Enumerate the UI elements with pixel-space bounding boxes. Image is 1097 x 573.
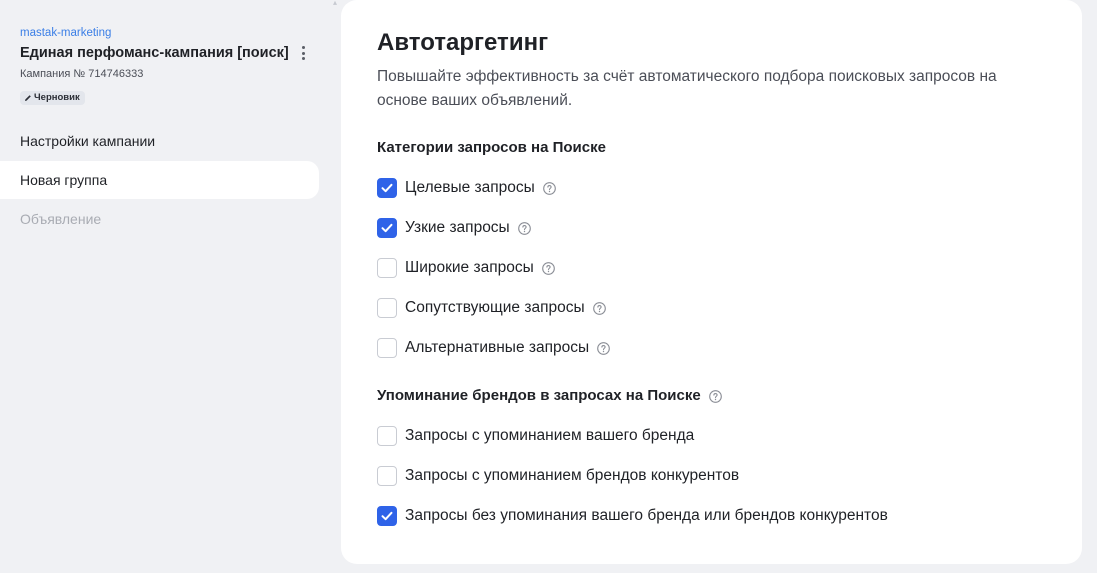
status-badge: Черновик bbox=[20, 91, 85, 105]
help-icon[interactable] bbox=[541, 261, 555, 275]
more-options-icon[interactable] bbox=[294, 44, 312, 62]
checkmark-icon bbox=[381, 183, 393, 193]
checkbox-alternative-queries[interactable]: Альтернативные запросы bbox=[377, 338, 610, 358]
checkbox-label: Широкие запросы bbox=[405, 259, 534, 276]
sidebar: mastak-marketing Единая перфоманс-кампан… bbox=[0, 0, 330, 573]
campaign-number: Кампания № 714746333 bbox=[20, 68, 144, 80]
checkbox-own-brand[interactable]: Запросы с упоминанием вашего бренда bbox=[377, 426, 694, 446]
checkbox[interactable] bbox=[377, 298, 397, 318]
categories-title-text: Категории запросов на Поиске bbox=[377, 139, 606, 156]
help-icon[interactable] bbox=[708, 389, 722, 403]
checkbox[interactable] bbox=[377, 426, 397, 446]
checkbox[interactable] bbox=[377, 258, 397, 278]
checkbox-label: Сопутствующие запросы bbox=[405, 299, 585, 316]
help-icon[interactable] bbox=[517, 221, 531, 235]
page-title: Автотаргетинг bbox=[377, 29, 549, 56]
checkbox-broad-queries[interactable]: Широкие запросы bbox=[377, 258, 555, 278]
status-label: Черновик bbox=[34, 92, 80, 103]
autotargeting-card: Автотаргетинг Повышайте эффективность за… bbox=[341, 0, 1082, 564]
checkbox-label: Запросы без упоминания вашего бренда или… bbox=[405, 507, 888, 524]
app-page: mastak-marketing Единая перфоманс-кампан… bbox=[0, 0, 1097, 573]
checkbox-label: Альтернативные запросы bbox=[405, 339, 590, 356]
nav-ad: Объявление bbox=[20, 211, 102, 227]
campaign-title: Единая перфоманс-кампания [поиск] bbox=[20, 45, 289, 61]
checkbox[interactable] bbox=[377, 338, 397, 358]
pencil-icon bbox=[25, 95, 31, 101]
checkbox-competitor-brands[interactable]: Запросы с упоминанием брендов конкуренто… bbox=[377, 466, 739, 486]
nav-campaign-settings[interactable]: Настройки кампании bbox=[0, 122, 319, 160]
checkbox[interactable] bbox=[377, 218, 397, 238]
page-description: Повышайте эффективность за счёт автомати… bbox=[377, 68, 997, 109]
nav-new-group[interactable]: Новая группа bbox=[0, 161, 319, 199]
checkbox-narrow-queries[interactable]: Узкие запросы bbox=[377, 218, 531, 238]
checkbox-no-brand[interactable]: Запросы без упоминания вашего бренда или… bbox=[377, 506, 888, 526]
help-icon[interactable] bbox=[592, 301, 606, 315]
categories-section-title: Категории запросов на Поиске bbox=[377, 138, 606, 158]
scrollbar-indicator: ▴ bbox=[333, 0, 338, 7]
brands-section-title: Упоминание брендов в запросах на Поиске bbox=[377, 386, 722, 406]
brands-title-text: Упоминание брендов в запросах на Поиске bbox=[377, 387, 701, 404]
checkbox-label: Узкие запросы bbox=[405, 219, 510, 236]
account-name[interactable]: mastak-marketing bbox=[20, 26, 111, 40]
checkmark-icon bbox=[381, 511, 393, 521]
checkbox-related-queries[interactable]: Сопутствующие запросы bbox=[377, 298, 606, 318]
help-icon[interactable] bbox=[542, 181, 556, 195]
checkbox[interactable] bbox=[377, 178, 397, 198]
checkmark-icon bbox=[381, 223, 393, 233]
checkbox[interactable] bbox=[377, 466, 397, 486]
checkbox-label: Запросы с упоминанием брендов конкуренто… bbox=[405, 467, 740, 484]
checkbox[interactable] bbox=[377, 506, 397, 526]
checkbox-label: Запросы с упоминанием вашего бренда bbox=[405, 427, 695, 444]
checkbox-target-queries[interactable]: Целевые запросы bbox=[377, 178, 556, 198]
help-icon[interactable] bbox=[597, 341, 610, 355]
checkbox-label: Целевые запросы bbox=[405, 179, 535, 196]
